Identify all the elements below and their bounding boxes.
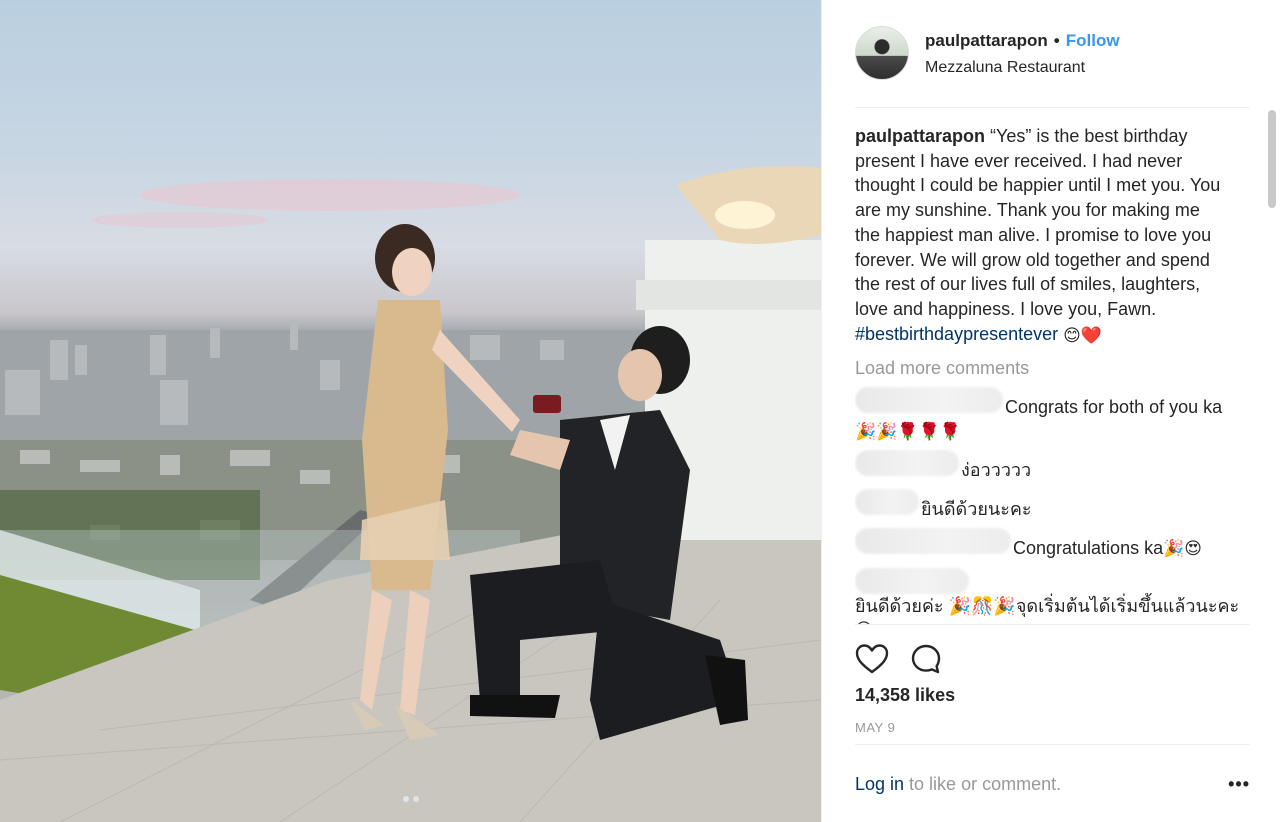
comments-scrollbar[interactable] (1268, 110, 1276, 208)
caption-username[interactable]: paulpattarapon (855, 126, 985, 146)
login-prompt: Log in to like or comment. (855, 774, 1061, 795)
comment-item: Congratulations ka 🎉😍 (855, 523, 1250, 562)
post-side-panel: paulpattarapon • Follow Mezzaluna Restau… (821, 0, 1280, 822)
login-bar: Log in to like or comment. ••• (855, 744, 1250, 822)
caption-text: “Yes” is the best birthday present I hav… (855, 126, 1221, 319)
profile-avatar[interactable] (855, 26, 909, 80)
likes-count[interactable]: 14,358 likes (855, 685, 1250, 706)
separator-dot: • (1053, 31, 1060, 50)
comment-emojis: 🎉🎉🌹🌹🌹 (855, 421, 961, 441)
follow-button[interactable]: Follow (1066, 31, 1120, 51)
carousel-indicator (402, 796, 419, 802)
post-header-row: paulpattarapon • Follow (925, 31, 1120, 51)
comment-item: ยินดีด้วยนะคะ (855, 484, 1250, 522)
blurred-username (855, 527, 1011, 554)
instagram-post-modal: paulpattarapon • Follow Mezzaluna Restau… (0, 0, 1280, 822)
hashtag-link[interactable]: #bestbirthdaypresentever (855, 324, 1058, 344)
load-more-comments-button[interactable]: Load more comments (855, 356, 1250, 381)
blurred-username (855, 489, 919, 516)
more-options-icon[interactable]: ••• (1228, 774, 1250, 795)
location-link[interactable]: Mezzaluna Restaurant (925, 59, 1120, 77)
comment-text: ยินดีด้วยนะคะ (921, 499, 1032, 520)
login-link[interactable]: Log in (855, 774, 904, 794)
blurred-username (855, 567, 969, 594)
comment-item: ง่อววววว (855, 445, 1250, 483)
blurred-username (855, 387, 1003, 414)
post-date: MAY 9 (855, 720, 896, 735)
comment-text: ยินดีด้วยค่ะ 🎉🎊🎉จุดเริ่มต้นได้เริ่มขึ้นแ… (855, 595, 1240, 616)
post-header: paulpattarapon • Follow Mezzaluna Restau… (855, 26, 1250, 108)
login-prompt-text: to like or comment. (904, 774, 1062, 794)
comments-list[interactable]: paulpattarapon “Yes” is the best birthda… (855, 124, 1250, 624)
post-photo[interactable] (0, 0, 821, 822)
carousel-dot[interactable] (412, 796, 419, 802)
post-caption: paulpattarapon “Yes” is the best birthda… (855, 124, 1227, 348)
post-actions-section: 14,358 likes MAY 9 (855, 624, 1250, 735)
action-bar (855, 625, 1250, 683)
post-header-text: paulpattarapon • Follow Mezzaluna Restau… (925, 31, 1120, 77)
comment-item: Congrats for both of you ka 🎉🎉🌹🌹🌹 (855, 382, 1250, 444)
comment-text: Congrats for both of you ka (1005, 397, 1223, 418)
comment-text: ง่อววววว (961, 460, 1032, 481)
heart-icon[interactable] (855, 642, 889, 676)
photo-scene (0, 166, 821, 822)
comment-emojis: 🎉😍 (1163, 538, 1202, 558)
comment-bubble-icon[interactable] (909, 642, 943, 676)
blurred-username (855, 450, 959, 477)
caption-emojis: 😊❤️ (1063, 325, 1103, 345)
carousel-dot-active[interactable] (402, 796, 409, 802)
comment-item: ยินดีด้วยค่ะ 🎉🎊🎉จุดเริ่มต้นได้เริ่มขึ้นแ… (855, 563, 1250, 624)
comment-text: Congratulations ka (1013, 537, 1164, 558)
username-link[interactable]: paulpattarapon (925, 31, 1048, 51)
